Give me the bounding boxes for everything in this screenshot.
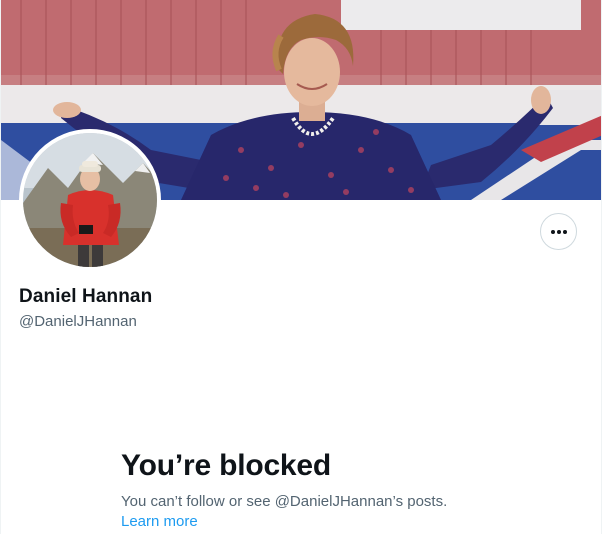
blocked-notice: You’re blocked You can’t follow or see @… — [121, 448, 541, 532]
profile-display-name: Daniel Hannan — [19, 286, 153, 307]
learn-more-link[interactable]: Learn more — [121, 512, 198, 532]
more-options-button[interactable] — [540, 213, 577, 250]
profile-page: Daniel Hannan @DanielJHannan You’re bloc… — [0, 0, 602, 534]
blocked-title: You’re blocked — [121, 449, 332, 482]
avatar-photo — [23, 133, 157, 267]
more-horizontal-icon — [550, 229, 567, 234]
blocked-message: You can’t follow or see @DanielJHannan’s… — [121, 493, 448, 510]
profile-handle: @DanielJHannan — [19, 313, 137, 330]
profile-avatar[interactable] — [19, 129, 161, 271]
